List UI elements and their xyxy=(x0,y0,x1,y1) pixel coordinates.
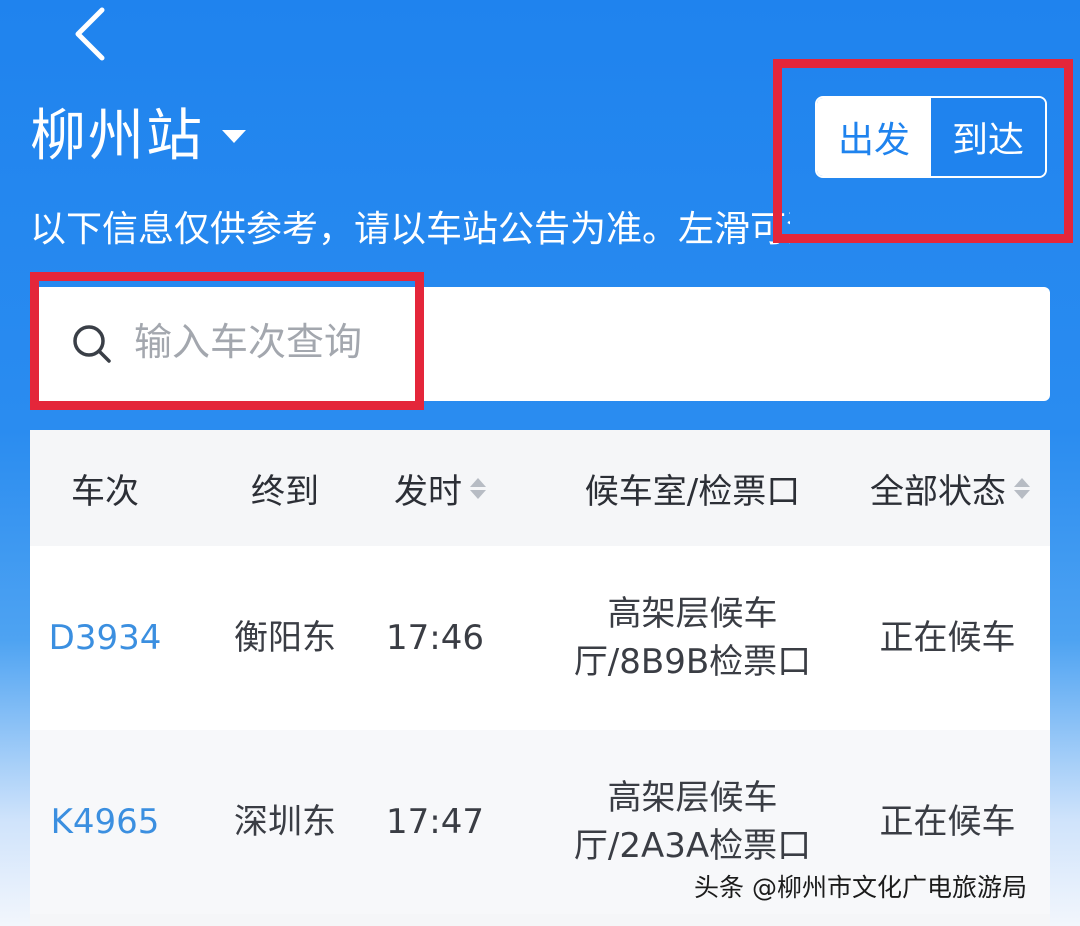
highlight-box-search xyxy=(30,272,424,410)
waiting-room-line2: 厅/8B9B检票口 xyxy=(573,642,812,682)
waiting-room-line1: 高架层候车 xyxy=(607,594,778,634)
watermark-text: 头条 @柳州市文化广电旅游局 xyxy=(694,873,1027,902)
train-number-link[interactable]: D3934 xyxy=(40,546,170,730)
station-selector[interactable]: 柳州站 xyxy=(30,96,246,169)
caret-down-icon xyxy=(222,129,246,143)
back-button[interactable] xyxy=(62,2,122,66)
train-status: 正在候车 xyxy=(879,618,1016,658)
chevron-left-icon xyxy=(75,7,105,61)
waiting-room-line1: 高架层候车 xyxy=(607,778,778,818)
station-name: 柳州站 xyxy=(30,103,204,169)
terminal-station: 深圳东 xyxy=(234,802,336,842)
waiting-room-line2: 厅/2A3A检票口 xyxy=(573,826,812,866)
header-waiting-room: 候车室/检票口 xyxy=(584,471,801,512)
train-table: 车次 终到 发时 候车室/检票口 全部状态 D3934 衡阳东 17:46 高架… xyxy=(30,430,1050,926)
departure-time: 17:47 xyxy=(386,802,484,842)
sort-icon[interactable] xyxy=(470,477,486,499)
header-terminal: 终到 xyxy=(251,471,319,512)
departure-time: 17:46 xyxy=(386,618,484,658)
header-status-filter[interactable]: 全部状态 xyxy=(850,430,1050,546)
waiting-room: 高架层候车 厅/8B9B检票口 xyxy=(535,546,850,730)
terminal-station: 衡阳东 xyxy=(234,618,336,658)
table-row[interactable]: D3934 衡阳东 17:46 高架层候车 厅/8B9B检票口 正在候车 xyxy=(30,546,1050,730)
table-header: 车次 终到 发时 候车室/检票口 全部状态 xyxy=(30,430,1050,546)
highlight-box-toggle xyxy=(773,59,1073,243)
header-departure-time[interactable]: 发时 xyxy=(375,430,505,546)
sort-icon[interactable] xyxy=(1014,477,1030,499)
header-train-no: 车次 xyxy=(71,471,139,512)
notice-text: 以下信息仅供参考，请以车站公告为准。左滑可添加关注 xyxy=(30,209,790,250)
train-number-link[interactable]: K4965 xyxy=(40,730,170,914)
